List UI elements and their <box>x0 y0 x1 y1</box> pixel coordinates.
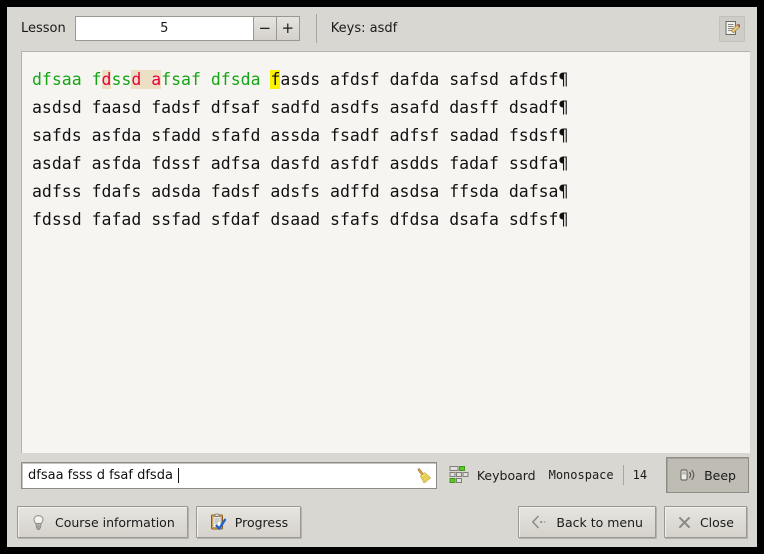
course-information-label: Course information <box>55 515 175 530</box>
beep-toggle-button[interactable]: Beep <box>666 457 749 493</box>
practice-char-pending: fdssd fafad ssfad sfdaf dsaad sfafs dfds… <box>32 210 559 229</box>
close-label: Close <box>700 515 734 530</box>
practice-line: asdaf asfda fdssf adfsa dasfd asfdf asdd… <box>32 150 750 178</box>
practice-char-pending: safds asfda sfadd sfafd assda fsadf adfs… <box>32 126 559 145</box>
practice-char-correct: ss <box>111 70 131 89</box>
practice-line: asdsd faasd fadsf dfsaf sadfd asdfs asaf… <box>32 94 750 122</box>
keyboard-grid-icon[interactable] <box>449 465 470 485</box>
practice-char-error: d <box>131 70 141 89</box>
practice-char-error: d <box>102 70 112 89</box>
practice-char-pending: asds afdsf dafda safsd afdsf <box>280 70 558 89</box>
input-row: dfsaa fsss d fsaf dfsda <box>7 453 757 497</box>
lightbulb-icon <box>30 514 47 531</box>
lesson-label: Lesson <box>21 21 66 36</box>
lesson-decrement-button[interactable]: − <box>253 17 276 40</box>
practice-char-correct: dfsaa <box>32 70 92 89</box>
close-x-icon <box>677 515 692 530</box>
practice-line: safds asfda sfadd sfafd assda fsadf adfs… <box>32 122 750 150</box>
typing-input-field[interactable]: dfsaa fsss d fsaf dfsda <box>21 462 437 489</box>
bottom-button-bar: Course information <box>7 497 757 547</box>
broom-clear-icon[interactable] <box>415 467 431 483</box>
practice-char-paragraph: ¶ <box>559 210 569 229</box>
clipboard-check-icon <box>209 513 227 531</box>
practice-char-paragraph: ¶ <box>559 154 569 173</box>
status-divider <box>623 465 624 485</box>
practice-char-paragraph: ¶ <box>559 98 569 117</box>
practice-line: dfsaa fdssd afsaf dfsda fasds afdsf dafd… <box>32 66 750 94</box>
font-name-label[interactable]: Monospace <box>549 468 614 482</box>
edit-document-pencil-icon <box>724 20 741 37</box>
practice-char-errorspace <box>141 70 151 89</box>
application-window: Lesson 5 − + Keys: asdf <box>0 0 764 554</box>
practice-char-pending: asdsd faasd fadsf dfsaf sadfd asdfs asaf… <box>32 98 559 117</box>
speaker-beep-icon <box>679 467 698 483</box>
progress-label: Progress <box>235 515 288 530</box>
practice-char-error: a <box>151 70 161 89</box>
course-information-button[interactable]: Course information <box>17 506 188 538</box>
lesson-increment-button[interactable]: + <box>276 17 299 40</box>
practice-char-paragraph: ¶ <box>559 182 569 201</box>
beep-label: Beep <box>704 468 736 483</box>
typing-input-value: dfsaa fsss d fsaf dfsda <box>28 468 177 483</box>
lesson-spinner[interactable]: 5 − + <box>75 16 300 41</box>
practice-char-paragraph: ¶ <box>559 70 569 89</box>
keys-label: Keys: asdf <box>331 21 397 36</box>
progress-button[interactable]: Progress <box>196 506 301 538</box>
practice-char-pending: adfss fdafs adsda fadsf adsfs adffd asds… <box>32 182 559 201</box>
practice-line: fdssd fafad ssfad sfdaf dsaad sfafs dfds… <box>32 206 750 234</box>
practice-char-correct: f <box>92 70 102 89</box>
practice-char-cursor: f <box>270 70 280 89</box>
back-to-menu-label: Back to menu <box>556 515 643 530</box>
toolbar-divider <box>316 14 317 43</box>
font-size-label[interactable]: 14 <box>633 468 647 482</box>
practice-char-paragraph: ¶ <box>559 126 569 145</box>
keyboard-label[interactable]: Keyboard <box>477 468 536 483</box>
practice-char-pending: asdaf asfda fdssf adfsa dasfd asfdf asdd… <box>32 154 559 173</box>
practice-text-panel: dfsaa fdssd afsaf dfsda fasds afdsf dafd… <box>21 51 750 453</box>
practice-line: adfss fdafs adsda fadsf adsfs adffd asds… <box>32 178 750 206</box>
edit-lesson-button[interactable] <box>719 16 745 42</box>
back-to-menu-button[interactable]: Back to menu <box>518 506 656 538</box>
close-button[interactable]: Close <box>664 506 747 538</box>
lesson-value[interactable]: 5 <box>76 17 253 40</box>
top-toolbar: Lesson 5 − + Keys: asdf <box>7 7 757 50</box>
typing-tutor-window: Lesson 5 − + Keys: asdf <box>6 6 758 548</box>
back-arrow-icon <box>531 515 548 529</box>
practice-char-correct: fsaf dfsda <box>161 70 270 89</box>
text-caret <box>178 468 179 483</box>
